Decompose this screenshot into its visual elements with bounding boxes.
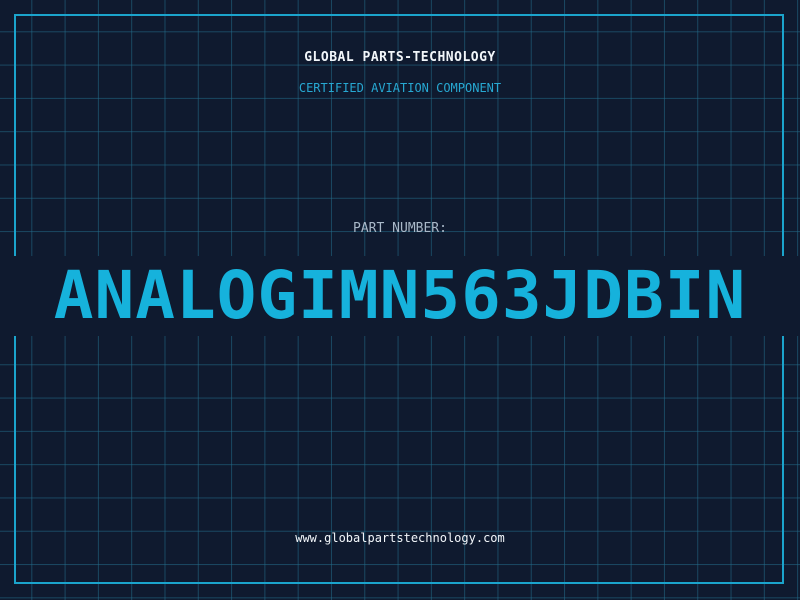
part-number-label: PART NUMBER: xyxy=(353,221,447,236)
part-label-card: GLOBAL PARTS-TECHNOLOGY CERTIFIED AVIATI… xyxy=(0,0,800,600)
company-name: GLOBAL PARTS-TECHNOLOGY xyxy=(304,50,496,65)
part-number-value: ANALOGIMN563JDBIN xyxy=(0,256,800,336)
certification-subtitle: CERTIFIED AVIATION COMPONENT xyxy=(298,81,502,95)
website-url: www.globalpartstechnology.com xyxy=(295,531,505,545)
